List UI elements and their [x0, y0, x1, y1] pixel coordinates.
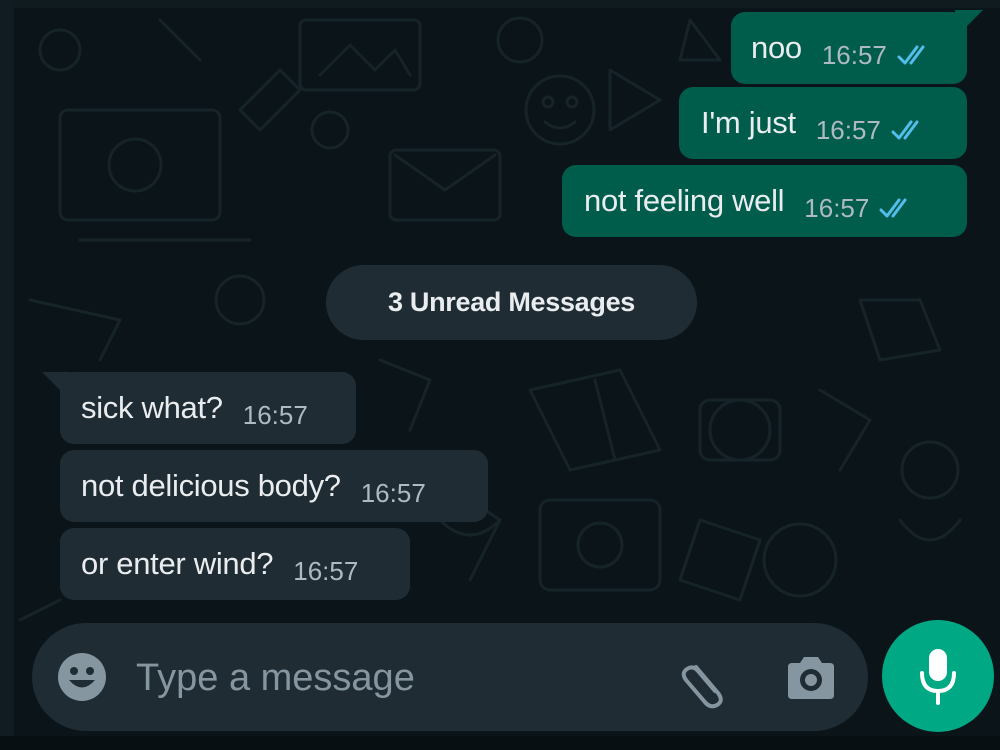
message-time: 16:57 — [242, 399, 308, 430]
outgoing-message[interactable]: not feeling well 16:57 — [562, 165, 967, 237]
paperclip-icon[interactable] — [678, 653, 734, 709]
read-receipt-icon — [879, 198, 907, 218]
read-receipt-icon — [891, 120, 919, 140]
message-input[interactable] — [134, 647, 658, 709]
outgoing-message[interactable]: noo 16:57 — [731, 12, 967, 84]
message-time: 16:57 — [293, 555, 359, 586]
unread-messages-divider: 3 Unread Messages — [326, 265, 697, 340]
outgoing-message[interactable]: I'm just 16:57 — [679, 87, 967, 159]
screen-frame-top — [0, 0, 1000, 8]
message-text: or enter wind? — [81, 546, 274, 581]
incoming-message[interactable]: or enter wind? 16:57 — [60, 528, 410, 600]
message-text: not feeling well — [584, 183, 785, 218]
screen-frame-left — [0, 0, 14, 750]
message-text: I'm just — [701, 105, 796, 140]
message-time: 16:57 — [821, 39, 887, 70]
voice-message-button[interactable] — [882, 620, 994, 732]
camera-icon[interactable] — [784, 653, 838, 701]
incoming-message[interactable]: sick what? 16:57 — [60, 372, 356, 444]
message-time: 16:57 — [815, 114, 881, 145]
incoming-message[interactable]: not delicious body? 16:57 — [60, 450, 488, 522]
message-time: 16:57 — [804, 192, 870, 223]
screen-frame-bottom — [0, 736, 1000, 750]
microphone-icon — [920, 649, 956, 705]
message-text: not delicious body? — [81, 468, 341, 503]
message-composer — [32, 623, 868, 731]
unread-messages-label: 3 Unread Messages — [387, 287, 636, 317]
message-text: sick what? — [81, 390, 223, 425]
message-time: 16:57 — [360, 477, 426, 508]
read-receipt-icon — [897, 45, 925, 65]
emoji-icon[interactable] — [56, 651, 108, 703]
message-text: noo — [751, 30, 802, 65]
